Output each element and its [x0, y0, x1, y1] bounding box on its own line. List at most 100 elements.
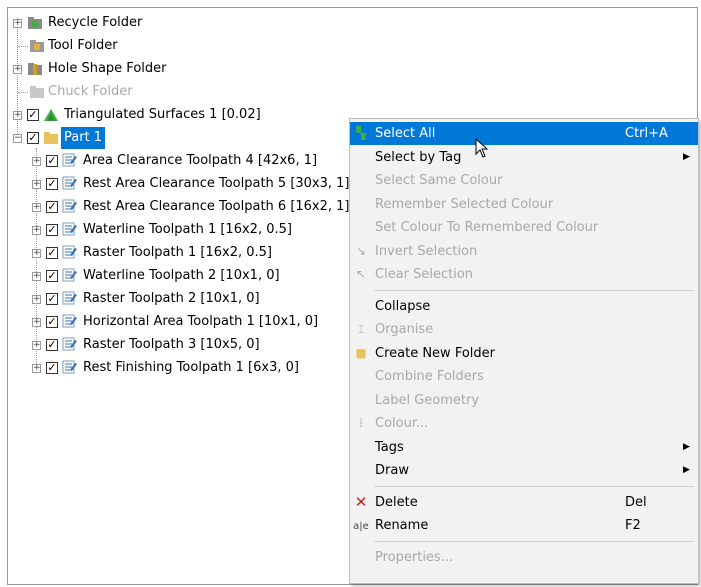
tree-item-label: Part 1 — [61, 127, 106, 149]
tree-item-label: Raster Toolpath 3 [10x5, 0] — [83, 337, 260, 352]
tree-item-toolpath[interactable]: + ✓ Waterline Toolpath 2 [10x1, 0] — [8, 265, 348, 287]
expand-icon[interactable]: + — [13, 19, 22, 28]
recycle-folder-icon — [28, 17, 42, 29]
menu-item-properties: Properties... — [350, 546, 698, 569]
visibility-checkbox[interactable]: ✓ — [46, 293, 58, 305]
menu-item-label: Properties... — [375, 549, 454, 565]
tree-item-toolpath[interactable]: + ✓ Area Clearance Toolpath 4 [42x6, 1] — [8, 150, 348, 172]
menu-item-shortcut: F2 — [625, 518, 641, 533]
menu-item-shortcut: Del — [625, 494, 647, 510]
visibility-checkbox[interactable]: ✓ — [46, 178, 58, 190]
tree-item-toolpath[interactable]: + ✓ Waterline Toolpath 1 [16x2, 0.5] — [8, 219, 348, 241]
menu-item-label: Label Geometry — [375, 392, 480, 408]
submenu-arrow-icon: ▶ — [683, 151, 690, 162]
toolpath-icon — [62, 222, 77, 236]
expand-icon[interactable]: + — [32, 249, 41, 258]
tree-item-toolpath[interactable]: + ✓ Raster Toolpath 3 [10x5, 0] — [8, 334, 348, 356]
menu-item-label: Create New Folder — [375, 345, 495, 361]
expand-icon[interactable]: + — [13, 111, 22, 120]
menu-item-shortcut: Ctrl+A — [625, 126, 668, 141]
tree-item-triangulated-surfaces[interactable]: + ✓ Triangulated Surfaces 1 [0.02] — [8, 104, 288, 126]
expand-icon[interactable]: + — [32, 364, 41, 373]
tree-item-recycle-folder[interactable]: + Recycle Folder — [8, 12, 208, 34]
tree-item-label: Recycle Folder — [48, 15, 143, 30]
expand-icon[interactable]: + — [32, 341, 41, 350]
tree-item-toolpath[interactable]: + ✓ Raster Toolpath 2 [10x1, 0] — [8, 288, 348, 310]
tree-item-label: Rest Area Clearance Toolpath 5 [30x3, 1] — [83, 176, 350, 191]
tree-item-label: Horizontal Area Toolpath 1 [10x1, 0] — [83, 314, 319, 329]
expand-icon[interactable]: + — [32, 203, 41, 212]
menu-item-draw[interactable]: Draw ▶ — [350, 459, 698, 482]
menu-separator — [374, 540, 694, 542]
toolpath-icon — [62, 314, 77, 328]
visibility-checkbox[interactable]: ✓ — [46, 224, 58, 236]
menu-item-rename[interactable]: a|e Rename F2 — [350, 514, 698, 537]
menu-separator — [374, 485, 694, 487]
visibility-checkbox[interactable]: ✓ — [27, 132, 39, 144]
tree-item-label: Waterline Toolpath 2 [10x1, 0] — [83, 268, 280, 283]
tree-item-label: Triangulated Surfaces 1 [0.02] — [64, 107, 261, 122]
expand-icon[interactable]: + — [13, 65, 22, 74]
menu-item-label: Select by Tag — [375, 149, 462, 165]
visibility-checkbox[interactable]: ✓ — [46, 362, 58, 374]
submenu-arrow-icon: ▶ — [683, 441, 690, 452]
tree-item-toolpath[interactable]: + ✓ Horizontal Area Toolpath 1 [10x1, 0] — [8, 311, 348, 333]
tree-item-label: Rest Area Clearance Toolpath 6 [16x2, 1] — [83, 199, 350, 214]
tree-item-toolpath[interactable]: + ✓ Rest Finishing Toolpath 1 [6x3, 0] — [8, 357, 348, 379]
expand-icon[interactable]: + — [32, 295, 41, 304]
tree-item-label: Area Clearance Toolpath 4 [42x6, 1] — [83, 153, 318, 168]
menu-item-collapse[interactable]: Collapse — [350, 295, 698, 318]
visibility-checkbox[interactable]: ✓ — [27, 109, 39, 121]
visibility-checkbox[interactable]: ✓ — [46, 201, 58, 213]
tree-item-toolpath[interactable]: + ✓ Rest Area Clearance Toolpath 5 [30x3, … — [8, 173, 350, 195]
menu-item-select-by-tag[interactable]: Select by Tag ▶ — [350, 146, 698, 169]
menu-item-create-new-folder[interactable]: ■ Create New Folder — [350, 342, 698, 365]
visibility-checkbox[interactable]: ✓ — [46, 155, 58, 167]
toolpath-icon — [62, 291, 77, 305]
menu-item-tags[interactable]: Tags ▶ — [350, 436, 698, 459]
expand-icon[interactable]: + — [32, 226, 41, 235]
menu-item-label: Select All — [375, 126, 436, 141]
menu-item-label: Collapse — [375, 298, 431, 314]
toolpath-icon — [62, 176, 77, 190]
menu-item-delete[interactable]: ✕ Delete Del — [350, 491, 698, 514]
menu-item-label: Remember Selected Colour — [375, 196, 554, 212]
organise-icon: ⌶ — [357, 322, 365, 336]
tree-connector — [18, 46, 28, 47]
tree-item-tool-folder[interactable]: Tool Folder — [8, 35, 208, 57]
toolpath-icon — [62, 337, 77, 351]
toolpath-icon — [62, 360, 77, 374]
collapse-icon[interactable]: − — [13, 134, 22, 143]
tree-item-label: Chuck Folder — [48, 84, 133, 99]
visibility-checkbox[interactable]: ✓ — [46, 316, 58, 328]
surface-icon — [44, 109, 58, 121]
chuck-folder-icon — [30, 86, 44, 98]
tree-item-hole-shape-folder[interactable]: + Hole Shape Folder — [8, 58, 208, 80]
tree-item-label: Raster Toolpath 1 [16x2, 0.5] — [83, 245, 272, 260]
select-all-icon: ▚ — [356, 126, 366, 140]
menu-item-label: Rename — [375, 518, 429, 533]
menu-item-label: Delete — [375, 494, 418, 510]
toolpath-icon — [62, 245, 77, 259]
expand-icon[interactable]: + — [32, 272, 41, 281]
tree-item-part-1[interactable]: − ✓ Part 1 — [8, 127, 208, 149]
visibility-checkbox[interactable]: ✓ — [46, 339, 58, 351]
tree-item-toolpath[interactable]: + ✓ Rest Area Clearance Toolpath 6 [16x2, … — [8, 196, 350, 218]
expand-icon[interactable]: + — [32, 180, 41, 189]
delete-icon: ✕ — [354, 492, 368, 511]
visibility-checkbox[interactable]: ✓ — [46, 270, 58, 282]
tree-item-label: Raster Toolpath 2 [10x1, 0] — [83, 291, 260, 306]
expand-icon[interactable]: + — [32, 157, 41, 166]
expand-icon[interactable]: + — [32, 318, 41, 327]
new-folder-icon: ■ — [355, 345, 367, 360]
menu-item-label: Organise — [375, 322, 434, 337]
tree-item-chuck-folder[interactable]: Chuck Folder — [8, 81, 208, 103]
menu-item-select-all[interactable]: ▚ Select All Ctrl+A — [350, 122, 698, 145]
tree-item-label: Tool Folder — [48, 38, 118, 53]
toolpath-icon — [62, 268, 77, 282]
visibility-checkbox[interactable]: ✓ — [46, 247, 58, 259]
menu-item-clear-selection: ↖ Clear Selection — [350, 263, 698, 286]
tree-item-toolpath[interactable]: + ✓ Raster Toolpath 1 [16x2, 0.5] — [8, 242, 348, 264]
mouse-cursor-icon — [475, 138, 489, 158]
menu-item-label: Set Colour To Remembered Colour — [375, 220, 599, 235]
